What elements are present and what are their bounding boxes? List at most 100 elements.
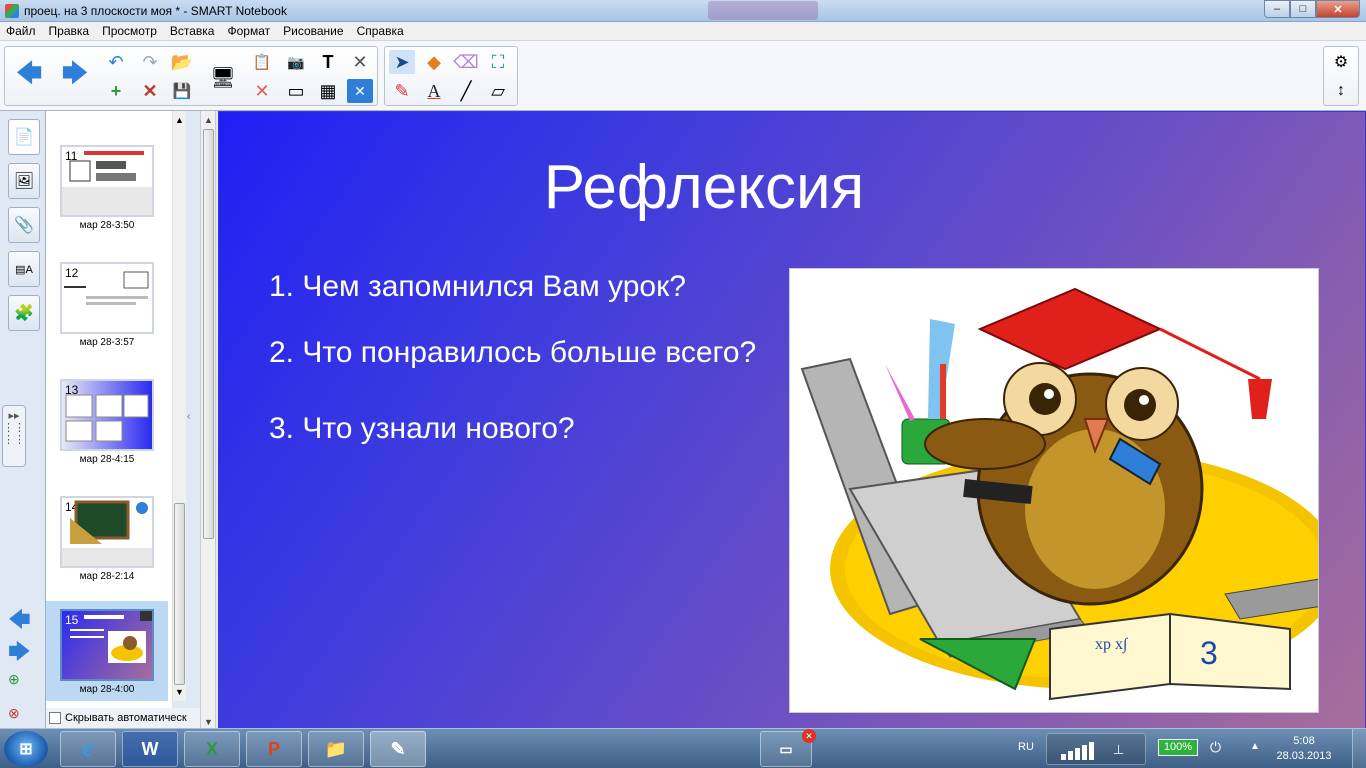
auto-hide-label: Скрывать автоматическ (65, 712, 187, 724)
background-window-tab (708, 1, 818, 20)
clock-date: 28.03.2013 (1276, 750, 1332, 762)
start-button[interactable]: ⊞ (4, 731, 48, 767)
internet-explorer-icon[interactable]: e (60, 731, 116, 767)
delete-page-icon[interactable]: ✕ (137, 79, 163, 103)
eraser-icon[interactable]: ⌫ (453, 50, 479, 74)
page-thumbnail-15[interactable]: 15 мар 28-4:00 (46, 601, 168, 701)
menu-help[interactable]: Справка (357, 24, 404, 38)
undo-icon[interactable]: ↶ (103, 50, 129, 74)
auto-hide-checkbox[interactable] (49, 712, 61, 724)
move-toolbar-icon[interactable]: ↕ (1328, 79, 1354, 103)
auto-hide-option[interactable]: Скрывать автоматическ (46, 708, 200, 728)
window-title: проец. на 3 плоскости моя * - SMART Note… (24, 4, 287, 18)
question-2[interactable]: 2. Что понравилось больше всего? (269, 336, 756, 370)
attachments-tab[interactable]: 📎 (8, 207, 40, 243)
shapes-icon[interactable]: ◆ (421, 50, 447, 74)
screen-capture-icon[interactable]: 📷 (283, 50, 309, 74)
text-color-icon[interactable]: A (421, 79, 447, 103)
file-explorer-icon[interactable]: 📁 (308, 731, 364, 767)
menu-file[interactable]: Файл (6, 24, 36, 38)
thumbnail-image: 13 (60, 379, 154, 451)
thumbnail-image: 15 (60, 609, 154, 681)
owl-clipart-image[interactable]: xp x∫ 3 (789, 268, 1319, 713)
gallery-tab[interactable]: 🖼 (8, 163, 40, 199)
word-icon[interactable]: W (122, 731, 178, 767)
thumbnail-image: 14 (60, 496, 154, 568)
display-mode-icon[interactable]: 🖥 (205, 57, 241, 97)
screen-shade-icon[interactable]: ▭ (283, 79, 309, 103)
sidebar-resize-grip[interactable]: ▸▸ ⋮⋮ ⋮⋮ (2, 405, 26, 467)
network-tray[interactable]: ⊥ (1046, 733, 1146, 765)
show-hidden-icons-icon[interactable]: ▲ (1250, 741, 1260, 752)
page-sorter-tab[interactable]: 📄 (8, 119, 40, 155)
menu-edit[interactable]: Правка (49, 24, 90, 38)
line-icon[interactable]: ╱ (453, 79, 479, 103)
clock-time: 5:08 (1293, 735, 1315, 747)
menu-format[interactable]: Формат (227, 24, 270, 38)
system-clock[interactable]: 5:08 28.03.2013 (1266, 734, 1342, 764)
next-page-icon[interactable]: 🡆 (8, 635, 31, 673)
scroll-down-icon[interactable]: ▼ (204, 717, 213, 727)
open-file-icon[interactable]: 📂 (169, 50, 195, 74)
text-tool-icon[interactable]: T (315, 50, 341, 74)
slide-scroll-thumb[interactable] (203, 129, 214, 539)
scroll-down-icon[interactable]: ▼ (175, 687, 184, 697)
svg-text:⊥: ⊥ (1113, 743, 1124, 758)
page-thumbnail-13[interactable]: 13 мар 28-4:15 (60, 379, 154, 465)
page-sorter: 11 мар 28-3:50 12 мар 28-3:57 13 мар 28-… (46, 111, 172, 731)
maximize-button[interactable]: □ (1290, 0, 1316, 18)
panel-splitter[interactable]: ‹ (186, 111, 200, 731)
addons-tab[interactable]: 🧩 (8, 295, 40, 331)
powerpoint-icon[interactable]: P (246, 731, 302, 767)
menu-insert[interactable]: Вставка (170, 24, 215, 38)
window-titlebar[interactable]: проец. на 3 плоскости моя * - SMART Note… (0, 0, 1366, 22)
menu-view[interactable]: Просмотр (102, 24, 157, 38)
fill-icon[interactable]: ⛶ (485, 50, 511, 74)
question-1[interactable]: 1. Чем запомнился Вам урок? (269, 270, 686, 304)
show-desktop-button[interactable] (1352, 729, 1366, 768)
back-arrow-icon[interactable]: 🡄 (11, 57, 47, 97)
page-thumbnail-14[interactable]: 14 мар 28-2:14 (60, 496, 154, 582)
redo-icon[interactable]: ↷ (137, 50, 163, 74)
page-thumbnail-11[interactable]: 11 мар 28-3:50 (60, 145, 154, 231)
power-plug-icon[interactable]: ⏻ (1210, 739, 1221, 756)
properties-tab[interactable]: ▤A (8, 251, 40, 287)
close-button[interactable]: ✕ (1316, 0, 1360, 18)
delete-page-side-icon[interactable]: ⊗ (8, 705, 20, 722)
page-timestamp: мар 28-3:57 (79, 337, 135, 348)
excel-icon[interactable]: X (184, 731, 240, 767)
minimize-button[interactable]: – (1264, 0, 1290, 18)
question-3[interactable]: 3. Что узнали нового? (269, 412, 575, 446)
measurement-tools-icon[interactable]: ✕ (347, 50, 373, 74)
table-icon[interactable]: ▦ (315, 79, 341, 103)
slide-scrollbar[interactable]: ▲ ▼ (200, 111, 216, 731)
add-page-side-icon[interactable]: ⊕ (8, 671, 20, 688)
delete-icon[interactable]: ✕ (249, 79, 275, 103)
paste-icon[interactable]: 📋 (249, 50, 275, 74)
thumbnail-image: 11 (60, 145, 154, 217)
thumbnail-image: 12 (60, 262, 154, 334)
select-tool-icon[interactable]: ➤ (389, 50, 415, 74)
close-window-icon[interactable]: ✕ (347, 79, 373, 103)
battery-indicator[interactable]: 100% (1158, 739, 1198, 756)
menu-draw[interactable]: Рисование (283, 24, 343, 38)
page-timestamp: мар 28-3:50 (79, 220, 135, 231)
forward-arrow-icon[interactable]: 🡆 (57, 57, 93, 97)
page-timestamp: мар 28-4:00 (79, 684, 135, 695)
toolbar-group-settings: ⚙ ↕ (1323, 46, 1359, 106)
add-page-icon[interactable]: + (103, 79, 129, 103)
slide-canvas[interactable]: Рефлексия 1. Чем запомнился Вам урок? 2.… (218, 111, 1366, 729)
toolbar-group-file: 🡄 🡆 ↶ ↷ 📂 + ✕ 💾 🖥 📋 ✕ 📷 ▭ T ▦ ✕ ✕ (4, 46, 378, 106)
save-icon[interactable]: 💾 (169, 79, 195, 103)
scroll-up-icon[interactable]: ▲ (175, 115, 184, 125)
sorter-scroll-thumb[interactable] (174, 503, 185, 685)
smart-notebook-taskbar-icon[interactable]: ✎ (370, 731, 426, 767)
sorter-scrollbar[interactable]: ▲ ▼ (172, 111, 186, 701)
page-thumbnail-12[interactable]: 12 мар 28-3:57 (60, 262, 154, 348)
slide-title[interactable]: Рефлексия (219, 152, 1189, 223)
eraser-block-icon[interactable]: ▱ (485, 79, 511, 103)
scroll-up-icon[interactable]: ▲ (204, 115, 213, 125)
gear-icon[interactable]: ⚙ (1328, 50, 1354, 74)
pens-icon[interactable]: ✎ (389, 79, 415, 103)
language-indicator[interactable]: RU (1018, 741, 1034, 753)
